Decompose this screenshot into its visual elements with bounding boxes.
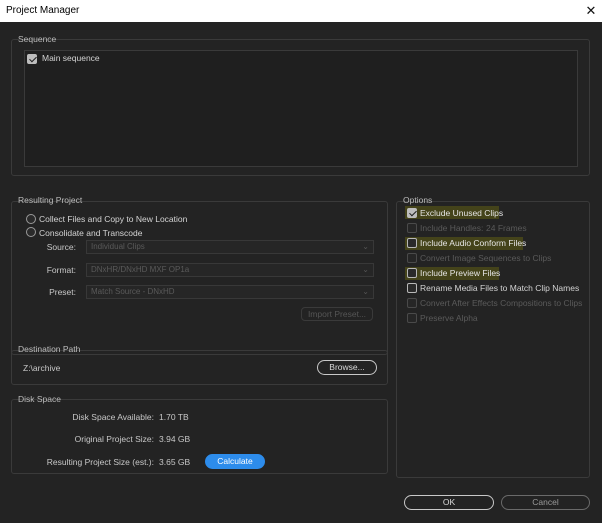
- exclude-unused-label: Exclude Unused Clips: [420, 208, 504, 218]
- format-select: DNxHR/DNxHD MXF OP1a ⌄: [86, 263, 374, 277]
- chevron-down-icon: ⌄: [362, 265, 369, 274]
- browse-button[interactable]: Browse...: [317, 360, 377, 375]
- include-audio-checkbox[interactable]: [407, 238, 417, 248]
- include-handles-label: Include Handles:: [420, 223, 484, 233]
- chevron-down-icon: ⌄: [362, 287, 369, 296]
- preset-value: Match Source - DNxHD: [91, 287, 175, 296]
- source-select: Individual Clips ⌄: [86, 240, 374, 254]
- disk-available-value: 1.70 TB: [159, 412, 189, 422]
- preset-select: Match Source - DNxHD ⌄: [86, 285, 374, 299]
- format-value: DNxHR/DNxHD MXF OP1a: [91, 265, 190, 274]
- preserve-alpha-label: Preserve Alpha: [420, 313, 478, 323]
- include-audio-label: Include Audio Conform Files: [420, 238, 527, 248]
- options-title: Options: [403, 195, 433, 205]
- source-value: Individual Clips: [91, 242, 145, 251]
- consolidate-label: Consolidate and Transcode: [39, 228, 143, 238]
- import-preset-button[interactable]: Import Preset...: [301, 307, 373, 321]
- original-size-label: Original Project Size:: [74, 434, 154, 444]
- convert-ae-checkbox[interactable]: [407, 298, 417, 308]
- include-handles-value: 24 Frames: [486, 223, 527, 233]
- convert-image-checkbox[interactable]: [407, 253, 417, 263]
- resulting-size-label: Resulting Project Size (est.):: [46, 457, 154, 467]
- main-sequence-label: Main sequence: [42, 53, 100, 63]
- disk-space-title: Disk Space: [18, 394, 61, 404]
- resulting-project-title: Resulting Project: [18, 195, 83, 205]
- cancel-button[interactable]: Cancel: [501, 495, 590, 510]
- format-label: Format:: [46, 265, 76, 275]
- window-title: Project Manager: [6, 5, 80, 16]
- source-label: Source:: [46, 242, 76, 252]
- sequence-list: [24, 50, 578, 167]
- exclude-unused-checkbox[interactable]: [407, 208, 417, 218]
- include-handles-checkbox[interactable]: [407, 223, 417, 233]
- convert-ae-label: Convert After Effects Compositions to Cl…: [420, 298, 583, 308]
- collect-files-radio[interactable]: [26, 214, 36, 224]
- convert-image-label: Convert Image Sequences to Clips: [420, 253, 552, 263]
- consolidate-radio[interactable]: [26, 227, 36, 237]
- resulting-project-group: [11, 201, 388, 355]
- main-sequence-checkbox[interactable]: [27, 54, 37, 64]
- include-preview-label: Include Preview Files: [420, 268, 501, 278]
- original-size-value: 3.94 GB: [159, 434, 191, 444]
- preset-label: Preset:: [49, 287, 76, 297]
- resulting-size-value: 3.65 GB: [159, 457, 191, 467]
- destination-title: Destination Path: [18, 344, 81, 354]
- include-preview-checkbox[interactable]: [407, 268, 417, 278]
- disk-available-label: Disk Space Available:: [72, 412, 154, 422]
- chevron-down-icon: ⌄: [362, 242, 369, 251]
- rename-media-label: Rename Media Files to Match Clip Names: [420, 283, 580, 293]
- destination-path: Z:\archive: [23, 363, 61, 373]
- dialog-body: Sequence Main sequence Resulting Project…: [0, 22, 602, 523]
- collect-files-label: Collect Files and Copy to New Location: [39, 214, 188, 224]
- rename-media-checkbox[interactable]: [407, 283, 417, 293]
- calculate-button[interactable]: Calculate: [205, 454, 265, 469]
- preserve-alpha-checkbox[interactable]: [407, 313, 417, 323]
- title-bar: Project Manager ✕: [0, 0, 602, 22]
- close-icon[interactable]: ✕: [580, 0, 602, 22]
- sequence-group-title: Sequence: [18, 34, 57, 44]
- ok-button[interactable]: OK: [404, 495, 494, 510]
